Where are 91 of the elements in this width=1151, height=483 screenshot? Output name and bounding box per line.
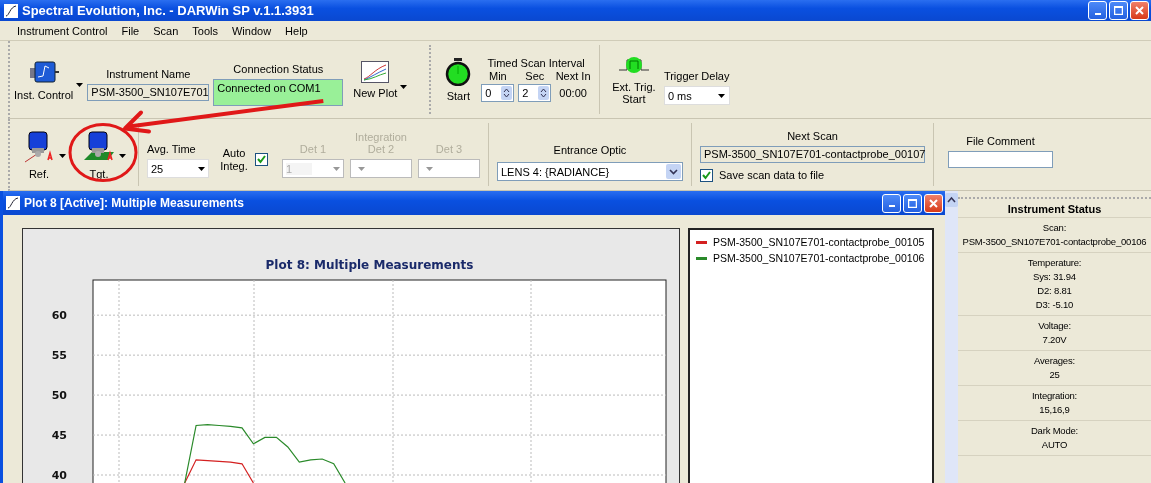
status-title: Instrument Status: [958, 199, 1151, 218]
start-button[interactable]: Start: [443, 55, 474, 104]
status-label: Scan:: [1042, 221, 1067, 235]
maximize-icon[interactable]: [908, 198, 917, 208]
entrance-optic-dropdown[interactable]: LENS 4: {RADIANCE}: [497, 162, 683, 181]
field-label: Trigger Delay: [663, 70, 730, 82]
menu-item[interactable]: Tools: [192, 24, 218, 37]
reference-button[interactable]: Ref.: [20, 127, 58, 182]
field-label: Sec: [525, 70, 545, 82]
y-tick-label: 45: [51, 429, 67, 443]
close-icon[interactable]: [929, 198, 938, 208]
status-label: Averages:: [1034, 354, 1075, 368]
status-value: AUTO: [1041, 438, 1068, 452]
next-scan-field: PSM-3500_SN107E701-contactprobe_00107: [700, 145, 925, 163]
y-tick-label: 50: [51, 389, 67, 403]
group-title: Timed Scan Interval: [487, 57, 585, 69]
menu-item[interactable]: Window: [232, 24, 272, 37]
field-label: Next In: [555, 70, 591, 82]
y-tick-label: 60: [51, 309, 67, 323]
status-value: 15,16,9: [1039, 403, 1070, 417]
status-value: 25: [1049, 368, 1060, 382]
save-scan-checkbox[interactable]: Save scan data to file: [700, 168, 825, 182]
caret-icon[interactable]: [197, 166, 205, 171]
field-label: Avg. Time: [147, 143, 196, 155]
field-label: Next Scan: [787, 129, 838, 142]
spin-field[interactable]: 0: [481, 84, 515, 102]
chart-title: Plot 8: Multiple Measurements: [265, 258, 474, 272]
legend-label: PSM-3500_SN107E701-contactprobe_00106: [713, 252, 925, 264]
inst-control-button[interactable]: Inst. Control: [12, 56, 76, 103]
stopwatch-icon: [445, 57, 472, 86]
spinner-icon[interactable]: [538, 86, 550, 100]
caret-icon[interactable]: [119, 153, 126, 158]
status-value: PSM-3500_SN107E701-contactprobe_00106: [962, 235, 1147, 249]
trigger-delay-dropdown[interactable]: 0 ms: [663, 86, 730, 105]
plot-window-title: Plot 8 [Active]: Multiple Measurements: [24, 196, 245, 210]
status-label: Dark Mode:: [1030, 424, 1079, 438]
status-value: D2: 8.81: [1037, 284, 1072, 298]
field-label: Det 2: [367, 143, 395, 155]
spinner-icon[interactable]: [501, 86, 513, 100]
field-label: Auto Integ.: [219, 146, 249, 173]
field-label: File Comment: [966, 135, 1035, 147]
status-value: D3: -5.10: [1035, 298, 1074, 312]
field-label: Instrument Name: [106, 68, 191, 80]
app-icon: [4, 3, 18, 18]
caret-icon[interactable]: [59, 153, 66, 158]
ext-trig-start-button[interactable]: Ext. Trig. Start: [607, 52, 660, 107]
scroll-up-icon[interactable]: [945, 193, 958, 207]
countdown-text: 00:00: [558, 86, 588, 101]
caret-icon[interactable]: [400, 84, 408, 89]
field-label: Connection Status: [233, 63, 324, 75]
status-label: Voltage:: [1038, 319, 1071, 333]
y-tick-label: 40: [51, 469, 67, 482]
annotation-circle: [68, 123, 138, 182]
plot-icon: [6, 196, 20, 210]
status-label: Integration:: [1031, 389, 1078, 403]
field-label: Entrance Optic: [553, 144, 627, 156]
field-label: Det 3: [435, 143, 463, 155]
maximize-button[interactable]: [903, 193, 922, 213]
group-title: Integration: [355, 131, 407, 143]
avg-time-dropdown[interactable]: 25: [147, 159, 209, 178]
close-button[interactable]: [924, 193, 943, 213]
file-comment-field[interactable]: [948, 151, 1053, 168]
connection-status-field: Connected on COM1: [213, 79, 344, 106]
caret-icon[interactable]: [76, 82, 84, 87]
status-value: 7.20V: [1042, 333, 1067, 347]
instrument-name-field[interactable]: PSM-3500_SN107E701: [87, 84, 210, 101]
checkmark-icon[interactable]: [702, 170, 711, 180]
menu-item[interactable]: Instrument Control: [17, 24, 108, 37]
field-label: Min: [488, 70, 507, 82]
menu-item[interactable]: File: [121, 24, 140, 37]
minimize-button[interactable]: [1088, 1, 1107, 20]
chart-icon: [361, 60, 390, 83]
new-plot-button[interactable]: New Plot: [351, 58, 400, 101]
caret-icon[interactable]: [718, 93, 726, 98]
window-title: Spectral Evolution, Inc. - DARWin SP v.1.1.3931: [22, 3, 314, 18]
scrollbar[interactable]: [945, 191, 958, 483]
menu-item[interactable]: Scan: [153, 24, 179, 37]
probe-icon: [22, 129, 56, 164]
close-icon[interactable]: [1135, 6, 1144, 15]
device-icon: [27, 58, 60, 85]
status-label: Temperature:: [1027, 256, 1082, 270]
maximize-button[interactable]: [1109, 1, 1128, 20]
spin-field[interactable]: 2: [518, 84, 552, 102]
status-value: Sys: 31.94: [1033, 270, 1076, 284]
y-tick-label: 55: [51, 349, 67, 363]
field-label: Det 1: [299, 143, 327, 155]
legend-label: PSM-3500_SN107E701-contactprobe_00105: [713, 236, 925, 248]
menu-item[interactable]: Help: [285, 24, 308, 37]
minimize-button[interactable]: [882, 193, 901, 213]
close-button[interactable]: [1130, 1, 1149, 20]
maximize-icon[interactable]: [1114, 6, 1123, 15]
